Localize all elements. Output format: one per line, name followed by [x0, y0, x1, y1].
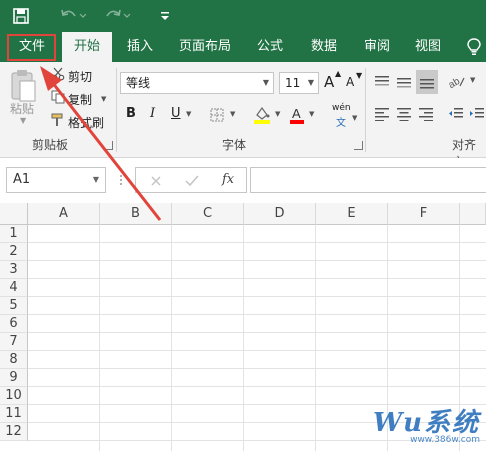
- shrink-font-button[interactable]: A: [346, 75, 354, 89]
- select-all-corner[interactable]: [0, 203, 28, 225]
- align-bottom-icon[interactable]: [416, 70, 438, 94]
- orientation-dropdown-icon[interactable]: ▼: [470, 76, 475, 84]
- tab-view[interactable]: 视图: [404, 32, 452, 62]
- svg-text:ab: ab: [448, 76, 462, 90]
- customize-icon[interactable]: [160, 6, 170, 26]
- name-box[interactable]: A1 ▼: [6, 167, 106, 193]
- underline-dropdown-icon[interactable]: ▼: [186, 110, 191, 118]
- row-header[interactable]: 4: [0, 279, 28, 297]
- column-header[interactable]: [460, 203, 486, 225]
- font-launcher-icon[interactable]: [354, 141, 363, 150]
- tab-insert[interactable]: 插入: [116, 32, 164, 62]
- row-header[interactable]: 7: [0, 333, 28, 351]
- row-header[interactable]: 1: [0, 225, 28, 243]
- row-header[interactable]: 5: [0, 297, 28, 315]
- caret-up-icon: ▲: [335, 69, 342, 78]
- enter-icon[interactable]: [184, 173, 200, 189]
- copy-label[interactable]: 复制: [68, 91, 92, 108]
- font-name-combo[interactable]: 等线 ▼: [120, 72, 274, 94]
- chevron-down-icon: ▼: [92, 175, 99, 184]
- font-size-value: 11: [285, 76, 301, 90]
- row-header[interactable]: 9: [0, 369, 28, 387]
- divider: [365, 68, 366, 152]
- row-header[interactable]: 8: [0, 351, 28, 369]
- ribbon-tabs: 文件 开始 插入 页面布局 公式 数据 审阅 视图: [0, 32, 486, 62]
- row-header[interactable]: 3: [0, 261, 28, 279]
- column-header[interactable]: D: [244, 203, 316, 225]
- italic-button[interactable]: I: [150, 106, 155, 121]
- tab-data[interactable]: 数据: [300, 32, 348, 62]
- divider: [116, 68, 117, 152]
- svg-text:A: A: [292, 106, 301, 121]
- formula-input[interactable]: [250, 167, 486, 193]
- file-tab-highlight: [7, 34, 56, 61]
- clipboard-group-label: 剪贴板: [32, 138, 69, 152]
- phonetic-label[interactable]: wén: [332, 103, 351, 113]
- copy-icon[interactable]: [50, 89, 66, 105]
- grow-font-button[interactable]: A: [324, 73, 334, 91]
- border-dropdown-icon[interactable]: ▼: [230, 110, 235, 118]
- tab-review[interactable]: 审阅: [354, 32, 400, 62]
- undo-icon[interactable]: [60, 6, 86, 26]
- row-header[interactable]: 12: [0, 423, 28, 441]
- border-icon[interactable]: [208, 107, 226, 123]
- fill-color-dropdown-icon[interactable]: ▼: [275, 110, 280, 118]
- copy-dropdown-icon[interactable]: ▼: [101, 95, 106, 103]
- font-color-dropdown-icon[interactable]: ▼: [309, 110, 314, 118]
- redo-icon[interactable]: [105, 6, 131, 26]
- row-header[interactable]: 11: [0, 405, 28, 423]
- column-header[interactable]: B: [100, 203, 172, 225]
- name-box-value: A1: [13, 172, 31, 187]
- column-header[interactable]: E: [316, 203, 388, 225]
- chevron-down-icon: ▼: [307, 78, 314, 87]
- chevron-down-icon: ▼: [262, 78, 269, 87]
- caret-down-icon: ▼: [356, 71, 363, 80]
- align-center-icon[interactable]: [394, 104, 414, 124]
- align-right-icon[interactable]: [416, 104, 436, 124]
- row-header[interactable]: 2: [0, 243, 28, 261]
- title-bar: [0, 0, 486, 32]
- paste-dropdown-icon[interactable]: ▼: [20, 116, 26, 125]
- format-painter-icon[interactable]: [50, 112, 66, 128]
- cancel-icon[interactable]: [148, 173, 164, 189]
- ribbon-home: 粘贴 ▼ 剪切 复制 ▼ 格式刷 剪贴板 等线 ▼ 11 ▼ A ▲ A ▼ B…: [0, 62, 486, 169]
- tab-home[interactable]: 开始: [62, 32, 112, 62]
- font-name-value: 等线: [126, 76, 151, 90]
- tab-formulas[interactable]: 公式: [246, 32, 294, 62]
- cut-label[interactable]: 剪切: [68, 68, 92, 85]
- fill-color-icon[interactable]: [252, 104, 272, 126]
- column-header[interactable]: F: [388, 203, 460, 225]
- watermark-logo: Wu系统 www.386w.com: [373, 402, 480, 445]
- insert-function-button[interactable]: fx: [222, 172, 234, 187]
- formula-buttons: fx: [135, 167, 247, 193]
- formula-bar-grip-icon: [116, 172, 126, 188]
- phonetic-char[interactable]: 文: [336, 114, 346, 129]
- align-top-icon[interactable]: [372, 72, 392, 92]
- format-painter-label[interactable]: 格式刷: [68, 114, 104, 131]
- clipboard-launcher-icon[interactable]: [104, 141, 113, 150]
- watermark-text: Wu系统: [372, 408, 480, 438]
- paste-label[interactable]: 粘贴: [10, 100, 34, 117]
- row-header[interactable]: 6: [0, 315, 28, 333]
- lightbulb-icon[interactable]: [462, 32, 486, 62]
- font-color-icon[interactable]: A: [288, 104, 306, 126]
- increase-indent-icon[interactable]: [468, 104, 486, 124]
- decrease-indent-icon[interactable]: [446, 104, 466, 124]
- align-middle-icon[interactable]: [394, 72, 414, 92]
- orientation-icon[interactable]: ab: [446, 72, 468, 92]
- column-header[interactable]: C: [172, 203, 244, 225]
- phonetic-dropdown-icon[interactable]: ▼: [352, 114, 357, 122]
- bold-button[interactable]: B: [126, 106, 136, 121]
- tab-page-layout[interactable]: 页面布局: [170, 32, 240, 62]
- row-header[interactable]: 10: [0, 387, 28, 405]
- align-left-icon[interactable]: [372, 104, 392, 124]
- scissors-icon[interactable]: [50, 66, 66, 82]
- font-size-combo[interactable]: 11 ▼: [279, 72, 319, 94]
- save-icon[interactable]: [13, 6, 29, 26]
- font-group-label: 字体: [222, 138, 247, 152]
- underline-button[interactable]: U: [171, 106, 181, 121]
- column-header[interactable]: A: [28, 203, 100, 225]
